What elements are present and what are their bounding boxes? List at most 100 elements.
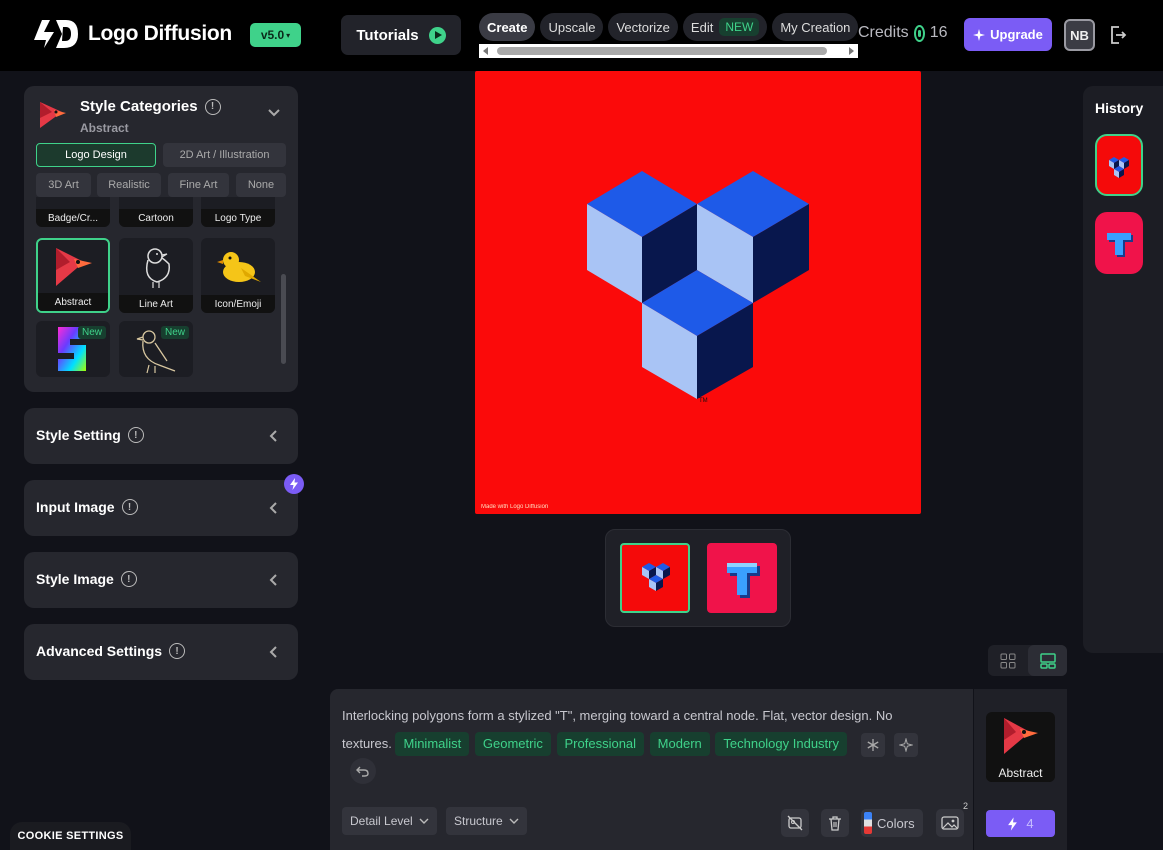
avatar[interactable]: NB xyxy=(1064,19,1095,51)
generated-image[interactable]: TM Made with Logo Diffusion xyxy=(475,71,921,514)
tab-upscale[interactable]: Upscale xyxy=(540,13,604,41)
snowflake-icon[interactable] xyxy=(860,732,885,757)
tutorials-button[interactable]: Tutorials xyxy=(341,15,461,55)
selected-style-card[interactable]: Abstract xyxy=(986,712,1055,782)
style-tile-gradient[interactable]: New xyxy=(36,321,110,377)
logo-mark-icon xyxy=(34,20,78,48)
app-name: Logo Diffusion xyxy=(88,22,232,45)
style-generate-box: Abstract 4 xyxy=(974,689,1067,850)
play-icon xyxy=(428,26,446,44)
tab-edit[interactable]: Edit NEW xyxy=(682,13,768,41)
segment-2d-art[interactable]: 2D Art / Illustration xyxy=(163,143,286,167)
segment-realistic[interactable]: Realistic xyxy=(97,173,161,197)
info-icon[interactable]: ! xyxy=(121,499,138,515)
chevron-down-icon xyxy=(419,818,429,824)
style-tile-icon-emoji[interactable]: Icon/Emoji xyxy=(201,238,275,313)
style-image-section[interactable]: Style Image! xyxy=(24,552,298,608)
history-panel: History xyxy=(1083,86,1163,653)
detail-level-dropdown[interactable]: Detail Level xyxy=(342,807,437,835)
style-tile-abstract[interactable]: Abstract xyxy=(36,238,110,313)
line-art-bird-icon xyxy=(145,248,170,288)
style-tile-badge[interactable]: Badge/Cr... xyxy=(36,197,110,227)
scroll-left-icon[interactable] xyxy=(483,47,488,55)
view-toggle xyxy=(988,645,1067,676)
segment-3d-art[interactable]: 3D Art xyxy=(36,173,91,197)
prompt-area[interactable]: Interlocking polygons form a stylized "T… xyxy=(330,689,973,850)
grid-view-icon[interactable] xyxy=(988,645,1027,676)
watermark: Made with Logo Diffusion xyxy=(481,504,549,510)
tag-technology-industry[interactable]: Technology Industry xyxy=(715,732,847,756)
chevron-left-icon[interactable] xyxy=(268,573,278,587)
logout-icon[interactable] xyxy=(1109,25,1127,50)
abstract-bird-icon xyxy=(1004,718,1038,754)
tab-vectorize[interactable]: Vectorize xyxy=(608,13,678,41)
chevron-left-icon[interactable] xyxy=(268,501,278,515)
version-dropdown[interactable]: v5.0 ▾ xyxy=(250,23,301,47)
history-item-1[interactable] xyxy=(1095,134,1143,196)
style-tile-engraving[interactable]: New xyxy=(119,321,193,377)
info-icon[interactable]: ! xyxy=(127,427,144,443)
structure-dropdown[interactable]: Structure xyxy=(446,807,527,835)
tag-professional[interactable]: Professional xyxy=(556,732,645,756)
upgrade-button[interactable]: Upgrade xyxy=(964,18,1052,51)
chevron-left-icon[interactable] xyxy=(268,645,278,659)
image-count: 2 xyxy=(962,801,968,811)
bolt-icon xyxy=(1008,816,1018,831)
chevron-down-icon[interactable] xyxy=(267,108,281,118)
hide-reference-icon[interactable] xyxy=(781,809,809,837)
input-image-section[interactable]: Input Image! xyxy=(24,480,298,536)
new-badge: New xyxy=(77,326,106,339)
segment-fine-art[interactable]: Fine Art xyxy=(168,173,229,197)
info-icon[interactable]: ! xyxy=(204,98,221,115)
style-tile-logo-type[interactable]: Logo Type xyxy=(201,197,275,227)
emoji-bird-icon xyxy=(217,252,261,282)
top-bar: Logo Diffusion v5.0 ▾ Tutorials Create Up… xyxy=(0,0,1163,71)
segment-none[interactable]: None xyxy=(236,173,286,197)
undo-icon[interactable] xyxy=(350,758,376,784)
trash-icon[interactable] xyxy=(821,809,849,837)
cookie-settings-button[interactable]: COOKIE SETTINGS xyxy=(10,822,131,850)
style-tile-grid: Badge/Cr... Cartoon Logo Type Abstract L… xyxy=(36,197,282,377)
cube-t-logo xyxy=(587,171,809,399)
horizontal-scrollbar[interactable] xyxy=(479,44,858,58)
chevron-down-icon xyxy=(509,818,519,824)
variation-thumb-2[interactable] xyxy=(707,543,777,613)
history-item-2[interactable] xyxy=(1095,212,1143,274)
info-icon[interactable]: ! xyxy=(120,571,137,587)
bolt-icon xyxy=(284,474,304,494)
advanced-settings-section[interactable]: Advanced Settings! xyxy=(24,624,298,680)
history-title: History xyxy=(1095,100,1144,116)
selected-category: Abstract xyxy=(80,121,129,135)
variation-thumb-1[interactable] xyxy=(620,543,690,613)
new-badge: New xyxy=(160,326,189,339)
abstract-bird-icon xyxy=(40,102,66,128)
magic-sparkle-icon[interactable] xyxy=(894,732,919,757)
tab-my-creation[interactable]: My Creation xyxy=(772,13,858,41)
style-categories-panel: Style Categories! Abstract Logo Design 2… xyxy=(24,86,298,392)
single-view-icon[interactable] xyxy=(1028,645,1067,676)
image-count-button[interactable]: 2 xyxy=(936,801,968,837)
variation-thumbnails xyxy=(605,529,791,627)
style-setting-section[interactable]: Style Setting! xyxy=(24,408,298,464)
image-icon xyxy=(941,816,959,830)
segment-logo-design[interactable]: Logo Design xyxy=(36,143,156,167)
chevron-left-icon[interactable] xyxy=(268,429,278,443)
scrollbar-thumb[interactable] xyxy=(497,47,827,55)
info-icon[interactable]: ! xyxy=(169,643,186,659)
style-tile-cartoon[interactable]: Cartoon xyxy=(119,197,193,227)
caret-down-icon: ▾ xyxy=(286,30,291,40)
app-logo[interactable]: Logo Diffusion xyxy=(32,18,232,50)
credits-display: Credits 16 xyxy=(858,24,948,42)
tab-create[interactable]: Create xyxy=(479,13,536,41)
tag-modern[interactable]: Modern xyxy=(649,732,710,756)
generate-button[interactable]: 4 xyxy=(986,810,1055,837)
abstract-bird-icon xyxy=(56,248,92,286)
scroll-right-icon[interactable] xyxy=(849,47,854,55)
tag-geometric[interactable]: Geometric xyxy=(474,732,551,756)
style-tile-line-art[interactable]: Line Art xyxy=(119,238,193,313)
sparkle-icon xyxy=(973,28,986,41)
prompt-text[interactable]: Interlocking polygons form a stylized "T… xyxy=(342,702,942,758)
colors-button[interactable]: Colors xyxy=(861,809,923,837)
vertical-scrollbar[interactable] xyxy=(281,274,286,364)
tag-minimalist[interactable]: Minimalist xyxy=(395,732,470,756)
